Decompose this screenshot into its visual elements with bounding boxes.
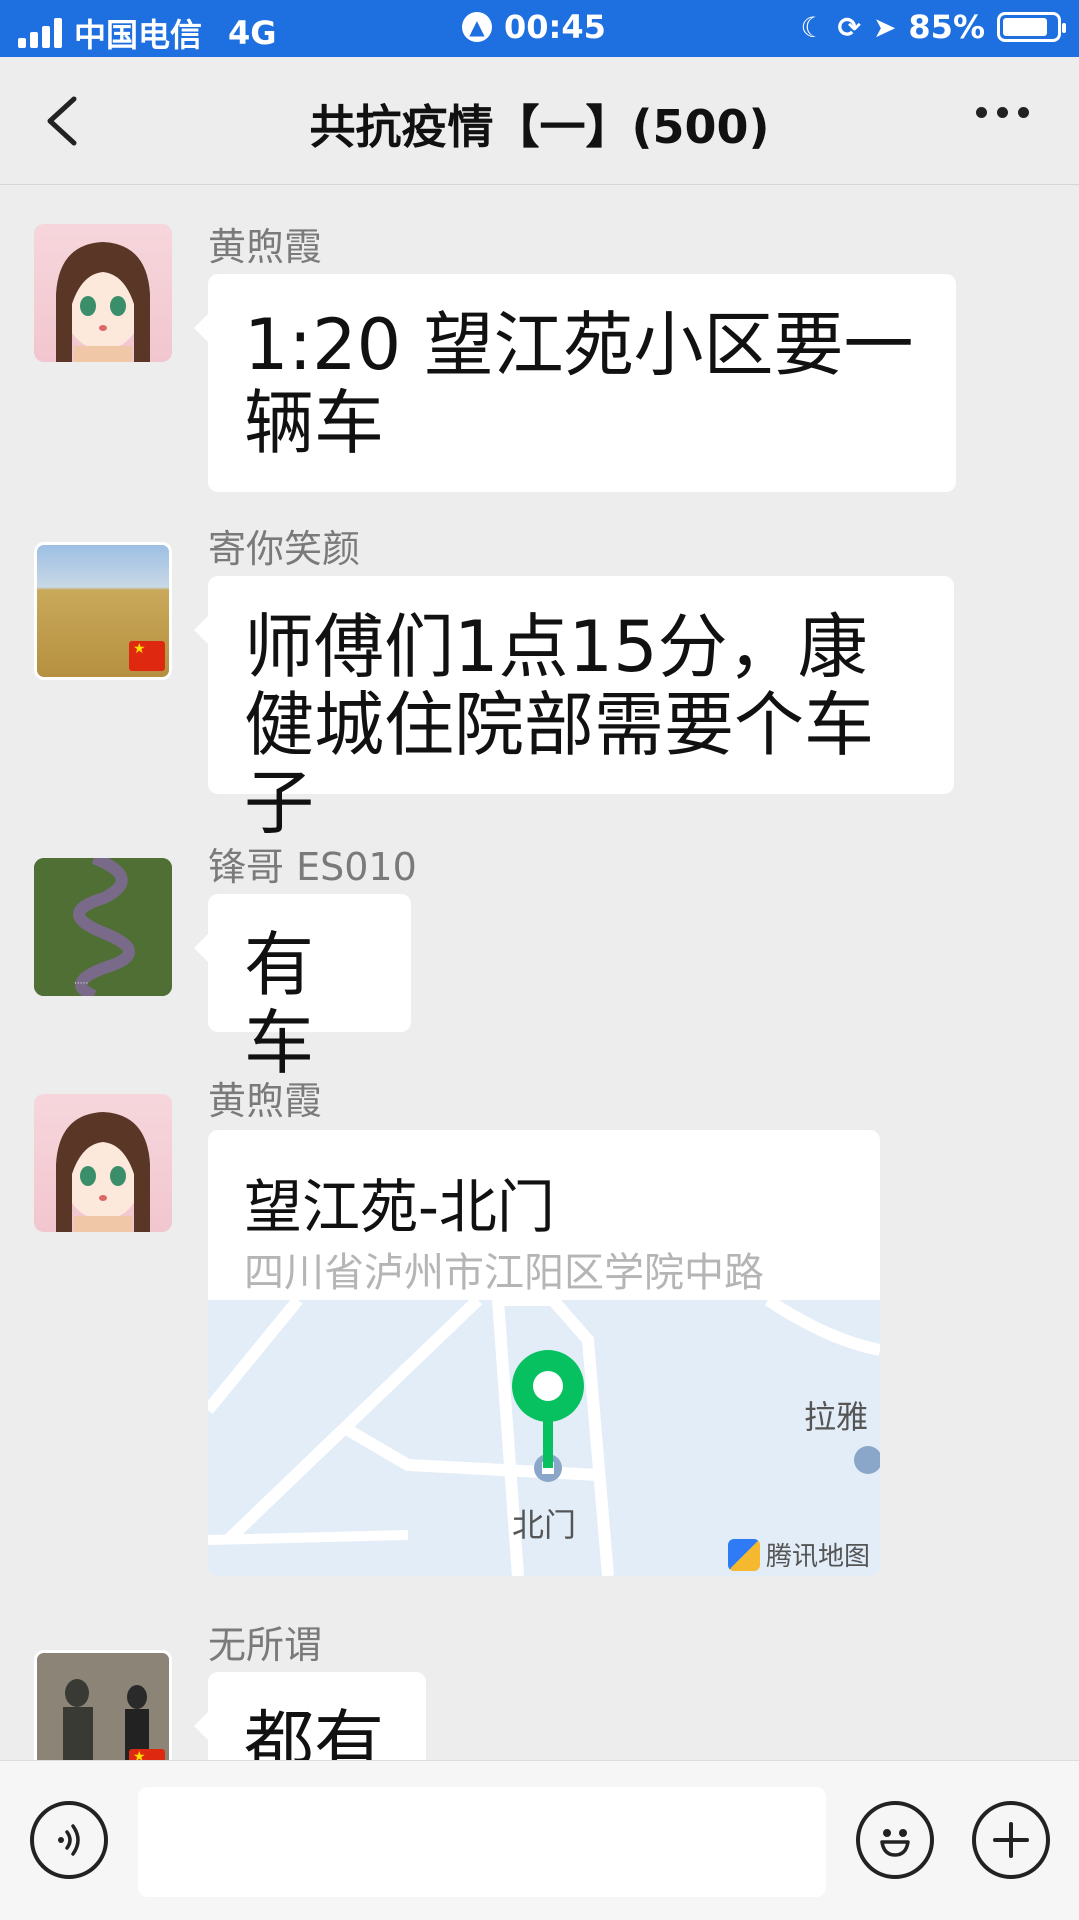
rotation-lock-icon: ⟳ <box>837 10 861 44</box>
voice-icon[interactable] <box>30 1801 108 1879</box>
network-label: 4G <box>228 14 277 52</box>
flag-icon <box>129 1749 165 1760</box>
svg-text:·····: ····· <box>74 979 88 989</box>
message-input[interactable] <box>138 1787 826 1897</box>
chat-title: 共抗疫情【一】(500) <box>309 100 770 154</box>
sender-name: 寄你笑颜 <box>208 527 361 571</box>
location-address: 四川省泸州市江阳区学院中路 <box>244 1250 764 1296</box>
status-bar: 中国电信 4G ▲ 00:45 ☾ ⟳ ➤ 85% <box>0 0 1079 57</box>
avatar[interactable]: ····· <box>34 858 172 996</box>
more-dots-icon[interactable] <box>976 107 1029 118</box>
map-poi-label: 拉雅 <box>804 1398 869 1436</box>
map-brand: 腾讯地图 <box>728 1536 870 1573</box>
map-pin-icon <box>512 1350 584 1422</box>
message-bubble[interactable]: 1:20 望江苑小区要一辆车 <box>194 274 956 492</box>
avatar[interactable] <box>34 1094 172 1232</box>
message-bubble[interactable]: 有车 <box>194 894 411 1082</box>
message-bubble[interactable]: 都有 <box>194 1672 426 1760</box>
tencent-map-logo-icon <box>728 1538 760 1571</box>
battery-percent: 85% <box>908 8 985 46</box>
flag-icon <box>129 641 165 671</box>
battery-icon <box>997 12 1066 42</box>
sender-name: 锋哥 ES010 <box>208 845 417 889</box>
message-text: 有车 <box>244 924 314 1084</box>
clock: 00:45 <box>504 8 606 46</box>
avatar[interactable] <box>34 542 172 680</box>
sender-name: 无所谓 <box>208 1623 323 1667</box>
message-bubble[interactable]: 师傅们1点15分，康健城住院部需要个车子 <box>194 576 954 842</box>
carrier-label: 中国电信 <box>74 16 203 54</box>
location-name: 望江苑-北门 <box>244 1173 555 1241</box>
signal-icon <box>18 18 62 48</box>
location-card[interactable]: 望江苑-北门 四川省泸州市江阳区学院中路 北门 拉雅 腾讯地图 <box>208 1130 880 1576</box>
map-preview[interactable]: 北门 拉雅 腾讯地图 <box>208 1300 880 1576</box>
sender-name: 黄煦霞 <box>208 225 323 269</box>
map-pin-label: 北门 <box>512 1506 577 1544</box>
avatar[interactable] <box>34 224 172 362</box>
sender-name: 黄煦霞 <box>208 1079 323 1123</box>
avatar[interactable] <box>34 1650 172 1760</box>
emoji-icon[interactable] <box>856 1801 934 1879</box>
moon-icon: ☾ <box>800 10 826 44</box>
message-list[interactable]: 黄煦霞 1:20 望江苑小区要一辆车 寄你笑颜 师傅们1点15分，康健城住院部需… <box>0 186 1079 1760</box>
chat-header: 共抗疫情【一】(500) <box>0 57 1079 185</box>
message-text: 师傅们1点15分，康健城住院部需要个车子 <box>244 606 874 844</box>
input-bar <box>0 1760 1079 1920</box>
message-text: 1:20 望江苑小区要一辆车 <box>244 304 914 464</box>
plus-icon[interactable] <box>972 1801 1050 1879</box>
message-text: 都有 <box>244 1702 384 1760</box>
location-arrow-icon: ➤ <box>872 10 897 44</box>
location-services-icon: ▲ <box>462 12 492 42</box>
